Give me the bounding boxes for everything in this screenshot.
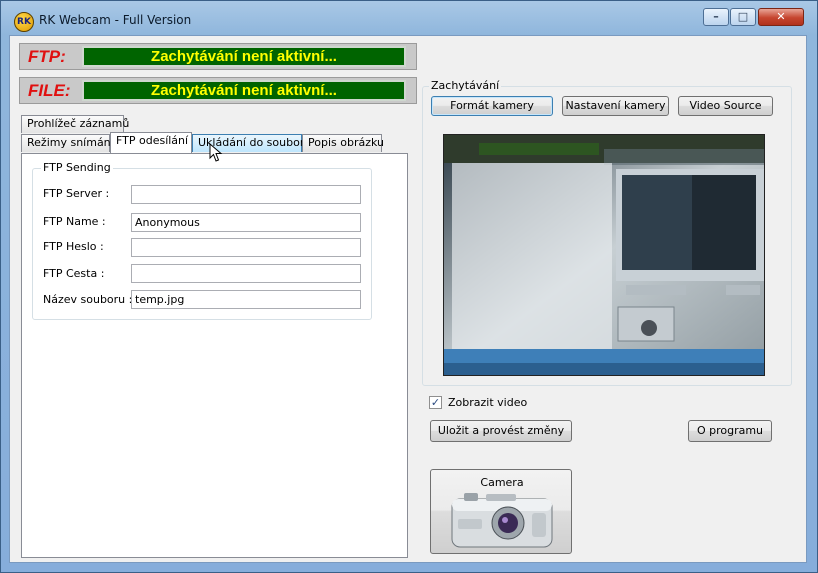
maximize-icon: □ xyxy=(737,10,749,23)
window-title: RK Webcam - Full Version xyxy=(39,13,192,27)
close-icon: ✕ xyxy=(776,10,786,23)
tab-ftp-odesilani[interactable]: FTP odesílání xyxy=(110,132,192,153)
ftp-name-label: FTP Name : xyxy=(43,215,106,228)
ftp-sending-group: FTP Sending FTP Server : FTP Name : Anon… xyxy=(32,161,372,320)
main-window: RK RK Webcam - Full Version – □ ✕ FTP: Z… xyxy=(0,0,818,573)
ftp-password-label: FTP Heslo : xyxy=(43,240,104,253)
ftp-status-value: Zachytávání není aktivní... xyxy=(82,46,406,67)
capture-group: Zachytávání Formát kamery Nastavení kame… xyxy=(422,79,792,386)
tab-rezimy-snimani[interactable]: Režimy snímání xyxy=(21,134,114,152)
camera-settings-button[interactable]: Nastavení kamery xyxy=(562,96,669,116)
ftp-path-label: FTP Cesta : xyxy=(43,267,105,280)
ftp-status-label: FTP: xyxy=(28,47,66,66)
camera-button[interactable]: Camera xyxy=(430,469,572,554)
camera-button-label: Camera xyxy=(480,476,524,489)
filename-input[interactable]: temp.jpg xyxy=(131,290,361,309)
minimize-button[interactable]: – xyxy=(703,8,729,26)
ftp-tab-page: FTP Sending FTP Server : FTP Name : Anon… xyxy=(21,153,408,558)
ftp-path-input[interactable] xyxy=(131,264,361,283)
show-video-checkbox[interactable]: ✓ xyxy=(429,396,442,409)
video-source-button[interactable]: Video Source xyxy=(678,96,773,116)
ftp-name-input[interactable]: Anonymous xyxy=(131,213,361,232)
tab-popis-obrazku[interactable]: Popis obrázku xyxy=(302,134,384,152)
video-preview xyxy=(443,134,765,376)
file-status-label: FILE: xyxy=(28,81,71,100)
maximize-button[interactable]: □ xyxy=(730,8,756,26)
webcam-app-icon[interactable]: RK xyxy=(14,12,34,32)
ftp-status-row: FTP: Zachytávání není aktivní... xyxy=(19,43,417,70)
capture-title: Zachytávání xyxy=(429,79,502,92)
file-status-value: Zachytávání není aktivní... xyxy=(82,80,406,101)
ftp-password-input[interactable] xyxy=(131,238,361,257)
video-frame-image xyxy=(444,135,764,375)
client-area: FTP: Zachytávání není aktivní... FILE: Z… xyxy=(9,35,807,563)
ftp-server-input[interactable] xyxy=(131,185,361,204)
minimize-icon: – xyxy=(713,10,719,23)
filename-label: Název souboru : xyxy=(43,293,133,306)
show-video-label: Zobrazit video xyxy=(448,396,528,409)
camera-format-button[interactable]: Formát kamery xyxy=(431,96,553,116)
ftp-server-label: FTP Server : xyxy=(43,187,110,200)
file-status-row: FILE: Zachytávání není aktivní... xyxy=(19,77,417,104)
title-bar[interactable]: RK RK Webcam - Full Version – □ ✕ xyxy=(1,1,817,35)
save-apply-button[interactable]: Uložit a provést změny xyxy=(430,420,572,442)
ftp-sending-title: FTP Sending xyxy=(41,161,113,174)
mouse-cursor-icon xyxy=(209,143,223,162)
about-button[interactable]: O programu xyxy=(688,420,772,442)
tab-prohlizec-zaznamu[interactable]: Prohlížeč záznamů xyxy=(21,115,129,133)
camera-icon xyxy=(451,493,553,548)
close-button[interactable]: ✕ xyxy=(758,8,804,26)
